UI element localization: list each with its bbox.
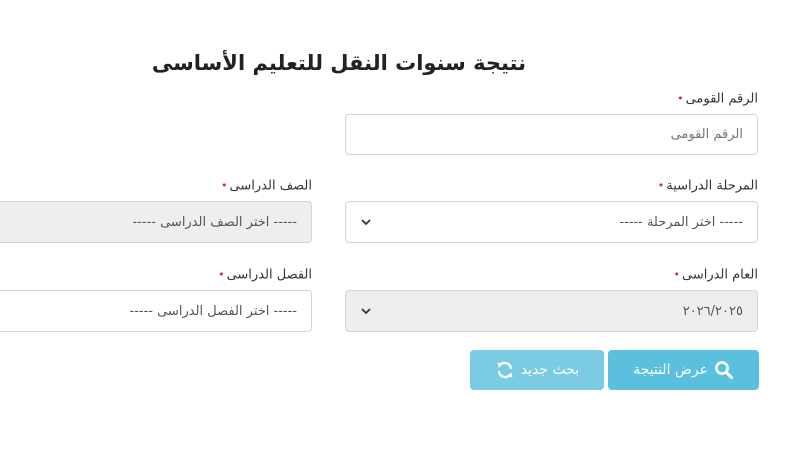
page-title: نتيجة سنوات النقل للتعليم الأساسى	[151, 51, 526, 75]
stage-select-value: ----- اختر المرحلة -----	[619, 214, 743, 230]
stage-label: المرحلة الدراسية•	[658, 178, 758, 195]
search-icon	[715, 361, 733, 379]
term-label-text: الفصل الدراسى	[226, 267, 312, 283]
national-id-label-text: الرقم القومى	[685, 91, 758, 107]
refresh-icon	[497, 361, 513, 379]
year-select-value: ٢٠٢٦/٢٠٢٥	[682, 303, 743, 319]
chevron-down-icon	[361, 308, 371, 315]
stage-select[interactable]: ----- اختر المرحلة -----	[345, 201, 758, 243]
grade-select-value: ----- اختر الصف الدراسى -----	[132, 214, 298, 230]
result-form-page: نتيجة سنوات النقل للتعليم الأساسى الرقم …	[0, 0, 800, 451]
year-label-text: العام الدراسى	[681, 267, 758, 283]
term-select[interactable]: ----- اختر الفصل الدراسى -----	[0, 290, 312, 332]
required-marker: •	[677, 92, 684, 105]
new-search-button[interactable]: بحث جديد	[470, 350, 604, 390]
stage-label-text: المرحلة الدراسية	[666, 178, 758, 194]
new-search-button-label: بحث جديد	[520, 362, 580, 378]
required-marker: •	[221, 179, 228, 192]
show-result-button-label: عرض النتيجة	[633, 362, 708, 378]
grade-label-text: الصف الدراسى	[229, 178, 312, 194]
term-select-value: ----- اختر الفصل الدراسى -----	[129, 303, 297, 319]
term-label: الفصل الدراسى•	[218, 267, 312, 284]
required-marker: •	[218, 268, 225, 281]
required-marker: •	[673, 268, 680, 281]
grade-label: الصف الدراسى•	[221, 178, 312, 195]
year-select[interactable]: ٢٠٢٦/٢٠٢٥	[345, 290, 758, 332]
chevron-down-icon	[361, 219, 371, 226]
required-marker: •	[657, 179, 665, 192]
year-label: العام الدراسى•	[673, 267, 758, 284]
grade-select[interactable]: ----- اختر الصف الدراسى -----	[0, 201, 312, 243]
show-result-button[interactable]: عرض النتيجة	[608, 350, 759, 390]
national-id-input[interactable]	[345, 114, 758, 155]
national-id-label: الرقم القومى•	[677, 91, 758, 108]
